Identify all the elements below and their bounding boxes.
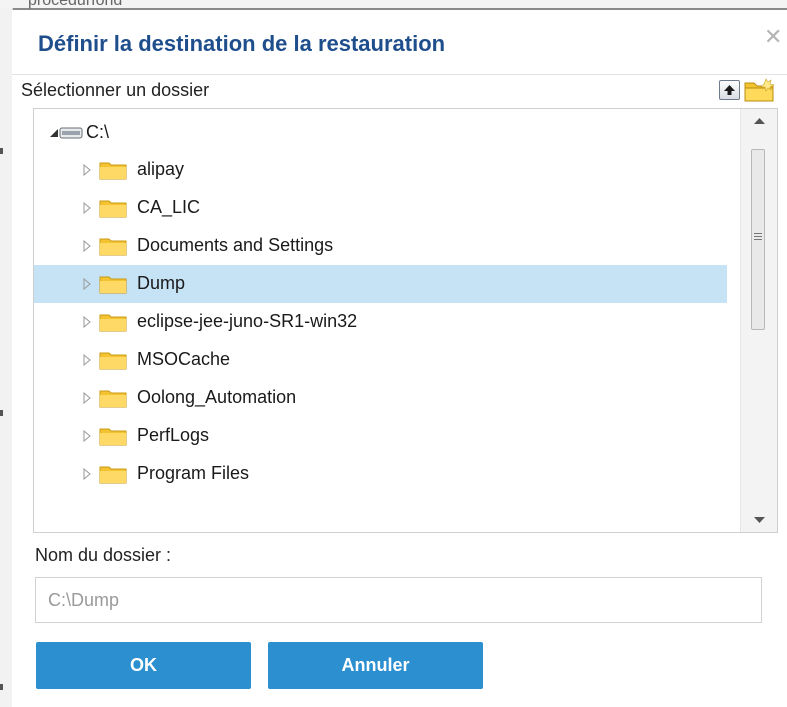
- scroll-down-arrow-icon[interactable]: [741, 506, 778, 532]
- background-page-strip: procédurfond: [0, 0, 787, 10]
- collapsed-triangle-icon[interactable]: [82, 278, 92, 290]
- tree-item-label: MSOCache: [137, 349, 231, 369]
- background-mark: [0, 148, 3, 154]
- scroll-up-arrow-icon[interactable]: [741, 109, 778, 135]
- tree-item-msocache[interactable]: MSOCache: [34, 341, 727, 379]
- drive-icon: [59, 127, 83, 139]
- folder-icon: [99, 276, 127, 294]
- folder-icon: [99, 390, 127, 408]
- collapsed-triangle-icon[interactable]: [82, 430, 92, 442]
- select-folder-label: Sélectionner un dossier: [21, 80, 210, 100]
- scroll-thumb[interactable]: [751, 149, 765, 330]
- collapsed-triangle-icon[interactable]: [82, 240, 92, 252]
- collapsed-triangle-icon[interactable]: [82, 202, 92, 214]
- folder-icon: [99, 238, 127, 256]
- tree-item-documents-and-settings[interactable]: Documents and Settings: [34, 227, 727, 265]
- tree-item-ca-lic[interactable]: CA_LIC: [34, 189, 727, 227]
- background-mark: [0, 684, 3, 690]
- folder-tree[interactable]: C:\ alipay CA_LIC Documents and Settings: [33, 108, 778, 533]
- tree-item-label: Dump: [137, 273, 186, 293]
- close-icon[interactable]: ✕: [764, 26, 782, 48]
- folder-icon: [99, 352, 127, 370]
- tree-item-oolong-automation[interactable]: Oolong_Automation: [34, 379, 727, 417]
- folder-icon: [99, 466, 127, 484]
- tree-item-label: alipay: [137, 159, 185, 179]
- folder-icon: [99, 314, 127, 332]
- tree-item-label: eclipse-jee-juno-SR1-win32: [137, 311, 358, 331]
- up-arrow-icon[interactable]: [719, 80, 740, 100]
- collapsed-triangle-icon[interactable]: [82, 468, 92, 480]
- tree-item-label: Documents and Settings: [137, 235, 334, 255]
- collapsed-triangle-icon[interactable]: [82, 316, 92, 328]
- grip-icon: [754, 233, 762, 240]
- folder-icon: [99, 162, 127, 180]
- tree-item-dump[interactable]: Dump: [34, 265, 727, 303]
- title-divider: [12, 74, 787, 75]
- collapsed-triangle-icon[interactable]: [82, 354, 92, 366]
- tree-item-label: Oolong_Automation: [137, 387, 297, 407]
- tree-root-label: C:\: [86, 122, 110, 142]
- tree-item-label: Program Files: [137, 463, 250, 483]
- collapsed-triangle-icon[interactable]: [82, 164, 92, 176]
- tree-item-eclipse[interactable]: eclipse-jee-juno-SR1-win32: [34, 303, 727, 341]
- folder-name-label: Nom du dossier :: [35, 545, 172, 565]
- tree-item-label: PerfLogs: [137, 425, 210, 445]
- background-mark: [0, 410, 3, 416]
- tree-item-program-files[interactable]: Program Files: [34, 455, 727, 493]
- ok-button[interactable]: OK: [36, 642, 251, 689]
- collapsed-triangle-icon[interactable]: [82, 392, 92, 404]
- new-folder-icon[interactable]: [742, 77, 778, 103]
- tree-scrollbar[interactable]: [740, 109, 778, 532]
- folder-name-input[interactable]: [35, 577, 762, 623]
- restore-destination-dialog: Définir la destination de la restauratio…: [12, 10, 787, 707]
- background-page-text: procédurfond: [28, 0, 123, 9]
- folder-icon: [99, 428, 127, 446]
- tree-item-perflogs[interactable]: PerfLogs: [34, 417, 727, 455]
- folder-icon: [99, 200, 127, 218]
- tree-item-alipay[interactable]: alipay: [34, 151, 727, 189]
- tree-item-label: CA_LIC: [137, 197, 201, 217]
- tree-root-drive[interactable]: C:\: [34, 114, 727, 152]
- cancel-button[interactable]: Annuler: [268, 642, 483, 689]
- dialog-title: Définir la destination de la restauratio…: [38, 31, 446, 56]
- expanded-triangle-icon[interactable]: [49, 127, 59, 139]
